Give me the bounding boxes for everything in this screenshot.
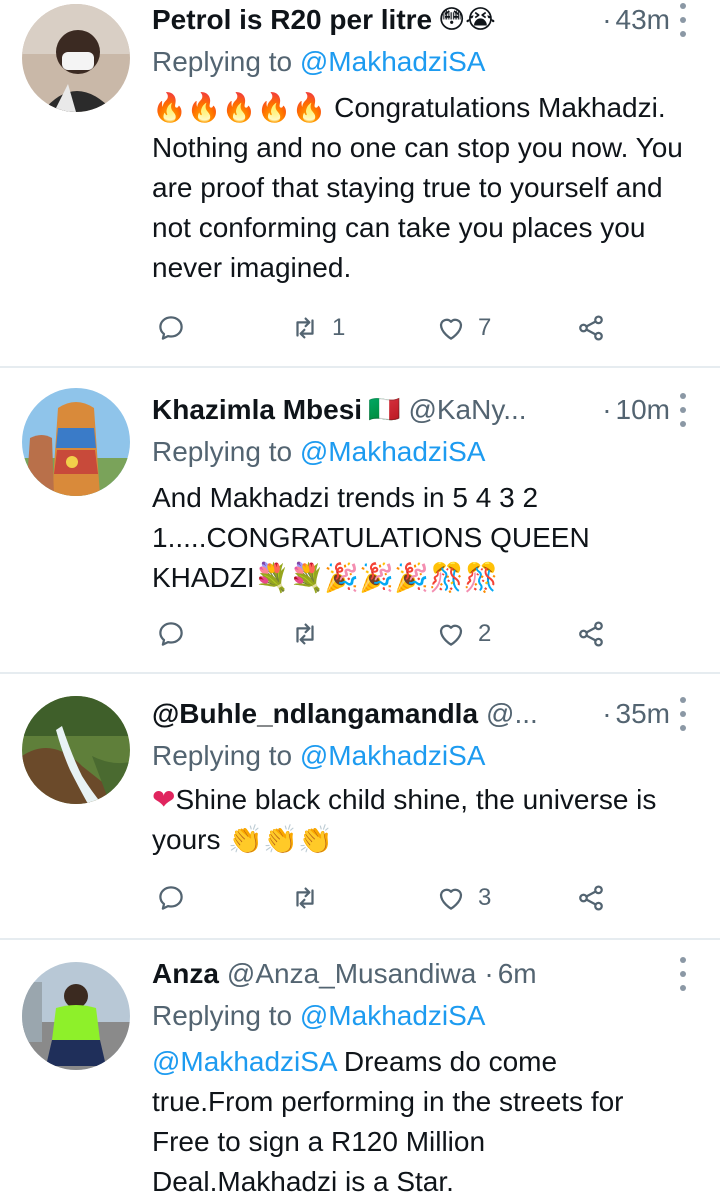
avatar-image	[22, 388, 130, 496]
replying-to-label: Replying to	[152, 1000, 293, 1031]
replying-to: Replying to @MakhadziSA	[152, 996, 485, 1036]
retweet-icon	[296, 887, 314, 909]
replying-to: Replying to @MakhadziSA	[152, 432, 485, 472]
more-vertical-icon[interactable]	[678, 3, 688, 37]
separator-dot: ·	[602, 698, 612, 729]
avatar-image	[22, 962, 130, 1070]
like-button[interactable]: 2	[436, 614, 491, 654]
retweet-icon	[296, 317, 314, 339]
tweet-header: @Buhle_ndlangamandla @... · 35m	[152, 694, 670, 734]
heart-icon	[439, 888, 463, 910]
share-icon	[579, 621, 603, 647]
heart-icon	[439, 624, 463, 646]
tweet-item[interactable]: Petrol is R20 per litre 😳😭 · 43m Replyin…	[0, 0, 720, 368]
display-name[interactable]: Anza	[152, 958, 219, 990]
name-emoji: 🇮🇹	[368, 395, 401, 425]
tweet-text: ❤Shine black child shine, the universe i…	[152, 780, 690, 860]
reply-icon	[159, 316, 183, 340]
avatar[interactable]	[22, 388, 130, 496]
avatar[interactable]	[22, 962, 130, 1070]
tweet-item[interactable]: Anza @Anza_Musandiwa · 6m Replying to @M…	[0, 940, 720, 1203]
like-button[interactable]: 3	[436, 878, 491, 918]
share-button[interactable]	[576, 614, 606, 654]
replying-to-mention[interactable]: @MakhadziSA	[300, 740, 486, 771]
more-vertical-icon[interactable]	[678, 697, 688, 731]
replying-to-label: Replying to	[152, 436, 293, 467]
body-emoji: 🔥🔥🔥🔥🔥	[152, 91, 327, 124]
like-count: 2	[478, 620, 492, 647]
reply-button[interactable]	[156, 878, 186, 918]
reply-icon	[159, 886, 183, 910]
separator-dot: ·	[602, 4, 612, 35]
display-name[interactable]: Petrol is R20 per litre	[152, 4, 432, 36]
separator-dot: ·	[484, 958, 494, 989]
separator-dot: ·	[602, 394, 612, 425]
share-button[interactable]	[576, 878, 606, 918]
replies-feed: Petrol is R20 per litre 😳😭 · 43m Replyin…	[0, 0, 720, 1203]
avatar-image	[22, 4, 130, 112]
retweet-button[interactable]	[290, 878, 332, 918]
display-name[interactable]: @Buhle_ndlangamandla	[152, 698, 478, 730]
retweet-button[interactable]	[290, 614, 332, 654]
tweet-text: And Makhadzi trends in 5 4 3 2 1.....CON…	[152, 478, 630, 598]
timestamp[interactable]: 6m	[498, 958, 537, 990]
retweet-button[interactable]: 1	[290, 308, 345, 348]
tweet-text: 🔥🔥🔥🔥🔥 Congratulations Makhadzi. Nothing …	[152, 88, 690, 288]
body-mention[interactable]: @MakhadziSA	[152, 1046, 336, 1077]
like-count: 7	[478, 314, 492, 341]
name-emoji: 😳😭	[438, 5, 496, 35]
like-button[interactable]: 7	[436, 308, 491, 348]
replying-to-label: Replying to	[152, 740, 293, 771]
timestamp[interactable]: 35m	[616, 698, 670, 730]
avatar-image	[22, 696, 130, 804]
retweet-count: 1	[332, 314, 346, 341]
like-count: 3	[478, 884, 492, 911]
heart-icon	[439, 318, 463, 340]
avatar[interactable]	[22, 696, 130, 804]
timestamp[interactable]: 43m	[616, 4, 670, 36]
tweet-item[interactable]: @Buhle_ndlangamandla @... · 35m Replying…	[0, 674, 720, 940]
share-button[interactable]	[576, 308, 606, 348]
more-vertical-icon[interactable]	[678, 957, 688, 991]
tweet-text: @MakhadziSA Dreams do come true.From per…	[152, 1042, 670, 1202]
body-emoji: 💐💐🎉🎉🎉🎊🎊	[254, 561, 499, 594]
retweet-icon	[296, 623, 314, 645]
tweet-header: Petrol is R20 per litre 😳😭 · 43m	[152, 0, 670, 40]
tweet-actions: 1 7	[152, 308, 622, 348]
replying-to: Replying to @MakhadziSA	[152, 736, 485, 776]
more-vertical-icon[interactable]	[678, 393, 688, 427]
replying-to-mention[interactable]: @MakhadziSA	[300, 436, 486, 467]
display-name[interactable]: Khazimla Mbesi	[152, 394, 362, 426]
tweet-header: Khazimla Mbesi 🇮🇹 @KaNy... · 10m	[152, 390, 670, 430]
handle[interactable]: @Anza_Musandiwa	[227, 958, 476, 990]
tweet-actions: 2	[152, 614, 622, 654]
handle[interactable]: @KaNy...	[408, 394, 526, 426]
handle[interactable]: @...	[486, 698, 538, 730]
tweet-actions: 3	[152, 878, 622, 918]
share-icon	[579, 315, 603, 341]
replying-to-mention[interactable]: @MakhadziSA	[300, 46, 486, 77]
avatar[interactable]	[22, 4, 130, 112]
timestamp[interactable]: 10m	[616, 394, 670, 426]
replying-to: Replying to @MakhadziSA	[152, 42, 485, 82]
body-emoji: 👏👏👏	[228, 823, 333, 856]
replying-to-mention[interactable]: @MakhadziSA	[300, 1000, 486, 1031]
replying-to-label: Replying to	[152, 46, 293, 77]
reply-button[interactable]	[156, 614, 186, 654]
tweet-item[interactable]: Khazimla Mbesi 🇮🇹 @KaNy... · 10m Replyin…	[0, 368, 720, 674]
share-icon	[579, 885, 603, 911]
reply-icon	[159, 622, 183, 646]
tweet-header: Anza @Anza_Musandiwa · 6m	[152, 954, 670, 994]
heart-emoji: ❤	[152, 783, 176, 816]
reply-button[interactable]	[156, 308, 186, 348]
